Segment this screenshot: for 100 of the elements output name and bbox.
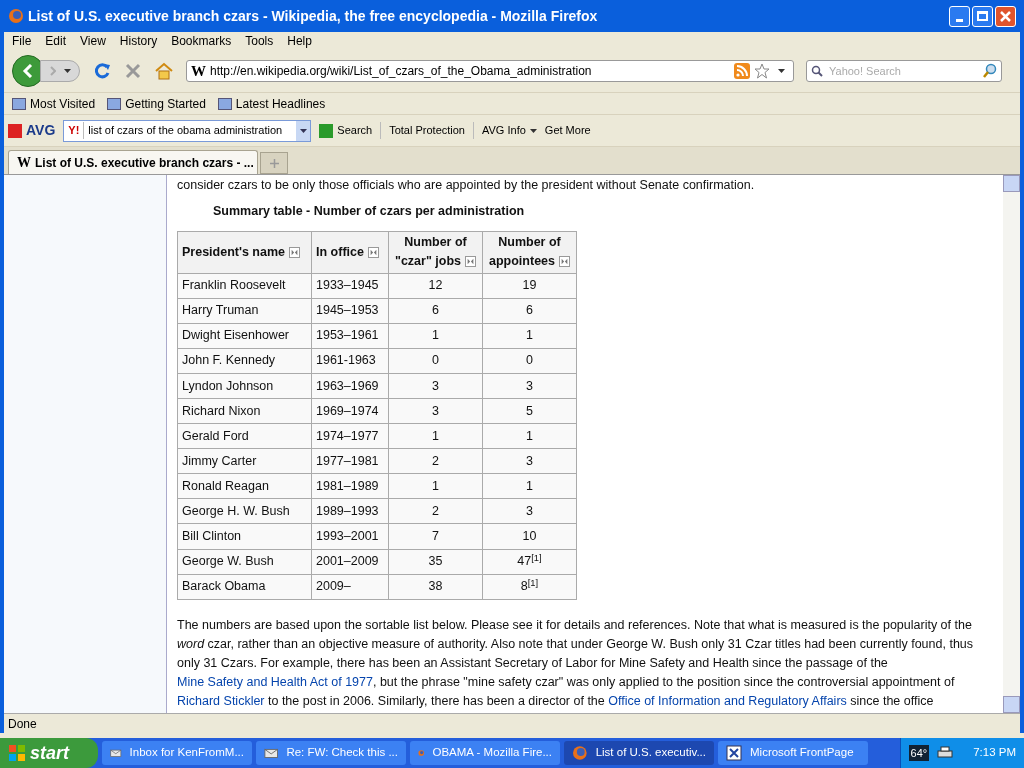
home-icon[interactable] xyxy=(154,62,174,80)
table-cell: 1945–1953 xyxy=(311,298,389,324)
table-cell: 1 xyxy=(388,423,483,449)
menu-item[interactable]: Bookmarks xyxy=(171,32,232,50)
bookmark-link[interactable]: Getting Started xyxy=(107,94,206,113)
feed-icon[interactable] xyxy=(734,63,750,79)
menu-item[interactable]: View xyxy=(80,32,106,50)
dropdown-arrow-icon xyxy=(63,69,71,73)
bookmark-link[interactable]: Latest Headlines xyxy=(217,94,326,113)
column-header[interactable]: President's name xyxy=(177,231,312,273)
temperature-text: 64° xyxy=(908,744,930,762)
table-cell: 8$^{[1]}$ xyxy=(482,574,577,600)
table-cell: 10 xyxy=(482,523,577,550)
taskbar-button[interactable]: Inbox for KenFromM... xyxy=(102,741,252,765)
table-cell: 1961-1963 xyxy=(311,348,389,374)
taskbar-button[interactable]: Microsoft FrontPage xyxy=(718,741,868,765)
menu-item[interactable]: Tools xyxy=(245,32,274,50)
search-icon xyxy=(811,65,823,77)
table-cell: 1993–2001 xyxy=(311,523,389,550)
status-text: Done xyxy=(8,715,37,733)
table-cell: Jimmy Carter xyxy=(177,448,312,474)
toolbar-search-button[interactable]: Search xyxy=(319,122,373,139)
menu-item[interactable]: Help xyxy=(287,32,312,50)
search-icon[interactable] xyxy=(982,63,998,79)
printer-icon xyxy=(937,746,954,760)
globe-icon xyxy=(8,8,24,24)
table-cell: 19 xyxy=(482,273,577,299)
dropdown-arrow-icon xyxy=(529,128,537,133)
bookmark-link[interactable]: Most Visited xyxy=(12,94,96,113)
table-cell: 3 xyxy=(388,373,483,399)
table-cell: 1 xyxy=(482,473,577,499)
taskbar-button[interactable]: List of U.S. executiv... xyxy=(564,741,714,765)
maximize-button[interactable] xyxy=(972,5,993,27)
site-icon: W xyxy=(191,63,206,79)
table-cell: 3 xyxy=(482,373,577,399)
close-button[interactable] xyxy=(995,5,1016,27)
table-cell: 47$^{[1]}$ xyxy=(482,549,577,575)
article-link[interactable]: Mine Safety and Health Act of 1977 xyxy=(177,674,373,689)
search-field[interactable]: Yahoo! Search xyxy=(806,60,1002,82)
toolbar-button[interactable]: Total Protection xyxy=(380,122,465,139)
search-engine-text[interactable]: Y! xyxy=(64,122,85,139)
reload-icon[interactable] xyxy=(92,61,112,81)
table-cell: Harry Truman xyxy=(177,298,312,324)
table-cell: 1963–1969 xyxy=(311,373,389,399)
scrollbar[interactable] xyxy=(1003,175,1020,713)
table-cell: 1977–1981 xyxy=(311,448,389,474)
table-cell: 7 xyxy=(388,523,483,550)
avg-logo[interactable]: AVG xyxy=(8,120,56,141)
stop-icon[interactable] xyxy=(124,62,142,80)
table-cell: 6 xyxy=(482,298,577,324)
table-caption: Summary table - Number of czars per administration xyxy=(213,202,526,220)
toolbar-search-field[interactable]: Y! list of czars of the obama administration xyxy=(63,119,312,142)
table-cell: 1 xyxy=(388,323,483,349)
article-link[interactable]: Richard Stickler xyxy=(177,693,265,708)
intro-text: consider czars to be only those officials who are appointed by the president without Senate confirmation. xyxy=(177,177,756,194)
table-cell: 1969–1974 xyxy=(311,398,389,424)
table-cell: 38 xyxy=(388,574,483,600)
table-cell: 0 xyxy=(482,348,577,374)
menu-item[interactable]: File xyxy=(12,32,32,50)
table-cell: 1989–1993 xyxy=(311,498,389,524)
toolbar-button[interactable]: AVG Info xyxy=(473,122,537,139)
minimize-button[interactable] xyxy=(949,5,970,27)
table-cell: 2009– xyxy=(311,574,389,600)
column-header[interactable]: In office xyxy=(311,231,389,273)
toolbar-button[interactable]: Get More xyxy=(544,122,591,139)
table-cell: John F. Kennedy xyxy=(177,348,312,374)
dropdown-button[interactable] xyxy=(296,120,311,141)
table-cell: 6 xyxy=(388,298,483,324)
address-bar[interactable]: W http://en.wikipedia.org/wiki/List_of_czars_of_the_Obama_administration xyxy=(186,60,794,82)
sort-icon[interactable] xyxy=(289,246,300,258)
article-link[interactable]: Office of Information and Regulatory Affairs xyxy=(608,693,847,708)
dropdown-arrow-icon[interactable] xyxy=(778,69,785,73)
sort-icon[interactable] xyxy=(559,256,570,268)
column-header[interactable]: Number of "czar" jobs xyxy=(388,231,483,273)
table-cell: George H. W. Bush xyxy=(177,498,312,524)
table-cell: 1981–1989 xyxy=(311,473,389,499)
table-cell: 1 xyxy=(482,423,577,449)
close-icon xyxy=(1000,10,1011,22)
taskbar-button[interactable]: OBAMA - Mozilla Fire... xyxy=(410,741,560,765)
table-cell: 1 xyxy=(482,323,577,349)
table-cell: Barack Obama xyxy=(177,574,312,600)
table-cell: Bill Clinton xyxy=(177,523,312,550)
table-cell: 2001–2009 xyxy=(311,549,389,575)
menu-item[interactable]: Edit xyxy=(45,32,67,50)
table-cell: Gerald Ford xyxy=(177,423,312,449)
document-icon xyxy=(726,745,742,761)
dropdown-arrow-icon xyxy=(299,128,307,133)
browser-tab[interactable]: W List of U.S. executive branch czars - ... xyxy=(8,150,258,174)
start-button[interactable]: start xyxy=(0,738,98,768)
taskbar-button[interactable]: Re: FW: Check this ... xyxy=(256,741,406,765)
toolbar-search-text: list of czars of the obama administration xyxy=(87,123,284,139)
star-icon[interactable] xyxy=(754,63,770,79)
table-cell: 1933–1945 xyxy=(311,273,389,299)
sort-icon[interactable] xyxy=(465,256,476,268)
column-header[interactable]: Number of appointees xyxy=(482,231,577,273)
sort-icon[interactable] xyxy=(367,246,379,258)
table-cell: George W. Bush xyxy=(177,549,312,575)
table-cell: 1 xyxy=(388,473,483,499)
menu-item[interactable]: History xyxy=(119,32,158,50)
table-cell: 2 xyxy=(388,448,483,474)
